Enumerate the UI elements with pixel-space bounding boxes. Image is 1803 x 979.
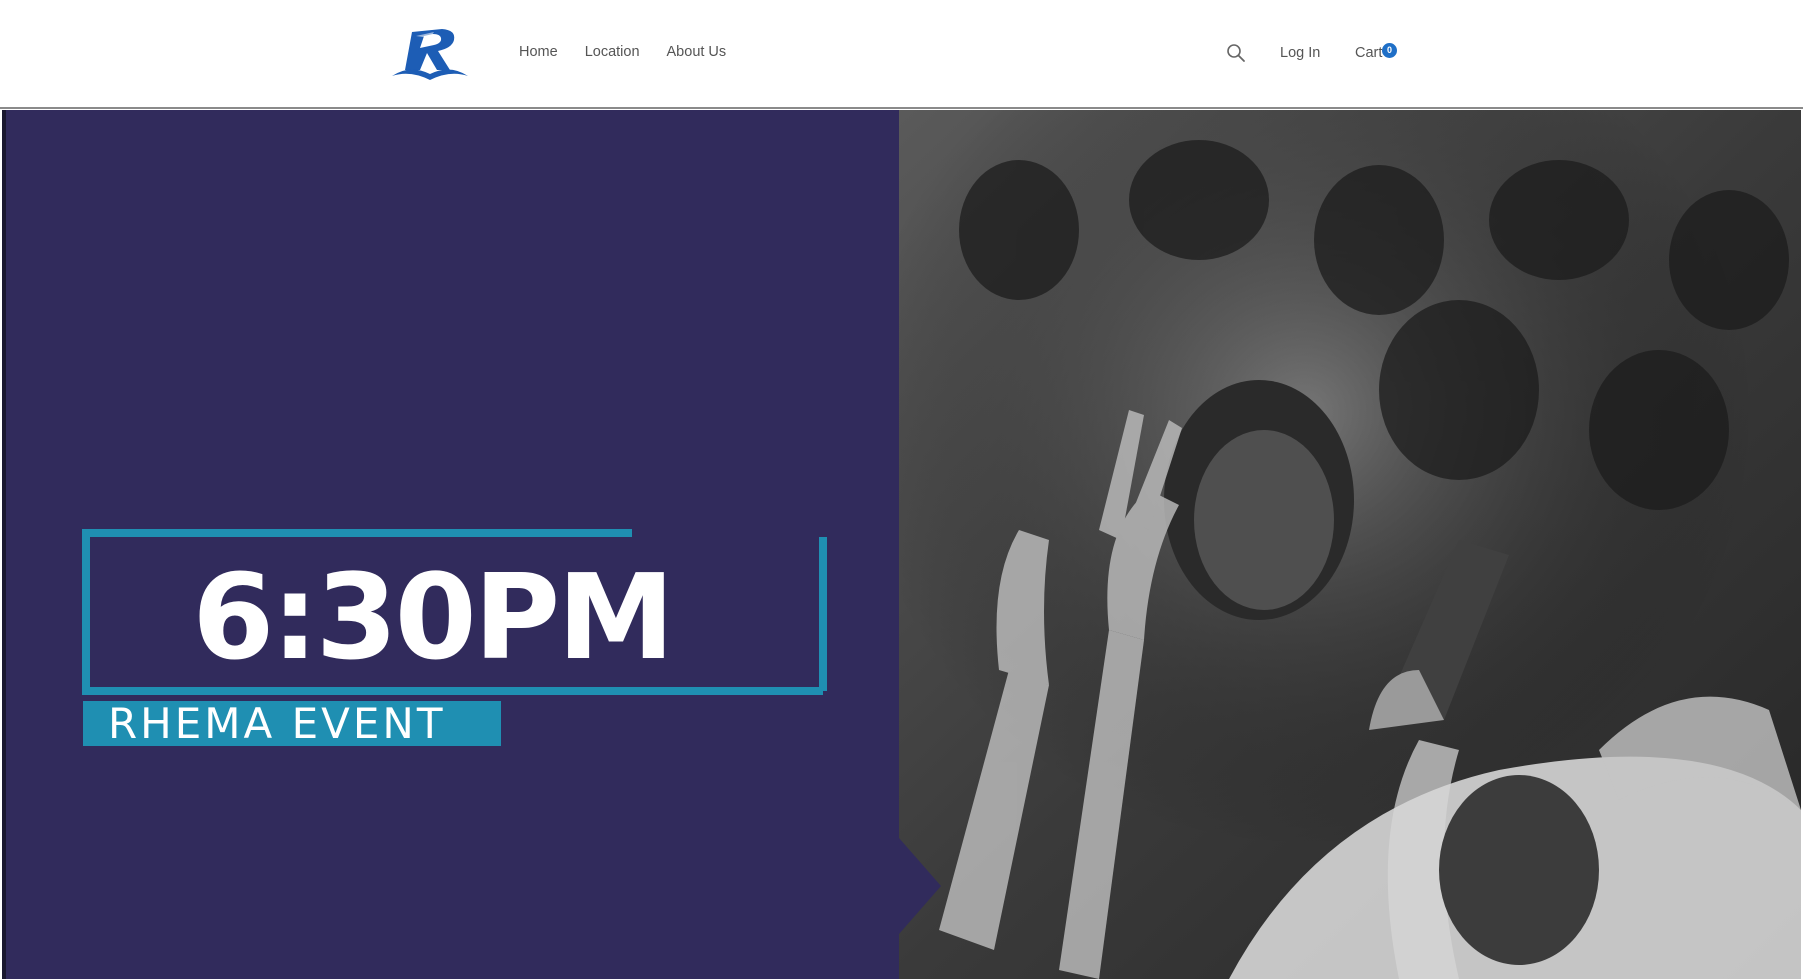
crowd-photo-image (899, 110, 1801, 979)
nav-about-us[interactable]: About Us (667, 44, 727, 60)
rhema-logo-icon (392, 29, 468, 80)
hero-banner: 6:30PM RHEMA EVENT (2, 110, 1801, 979)
site-header: Home Location About Us Log In Cart 0 (0, 0, 1803, 109)
hero-pointer-notch (899, 838, 941, 934)
event-name-label: RHEMA EVENT (83, 701, 501, 746)
login-link[interactable]: Log In (1280, 45, 1320, 61)
cart-count-badge: 0 (1382, 43, 1397, 58)
search-icon[interactable] (1226, 43, 1246, 63)
main-nav: Home Location About Us (519, 44, 726, 60)
hero-crowd-photo (899, 110, 1801, 979)
event-time: 6:30PM (192, 548, 674, 686)
rhema-logo[interactable] (390, 26, 470, 82)
nav-location[interactable]: Location (585, 44, 640, 60)
nav-home[interactable]: Home (519, 44, 558, 60)
cart-link[interactable]: Cart (1355, 45, 1382, 61)
